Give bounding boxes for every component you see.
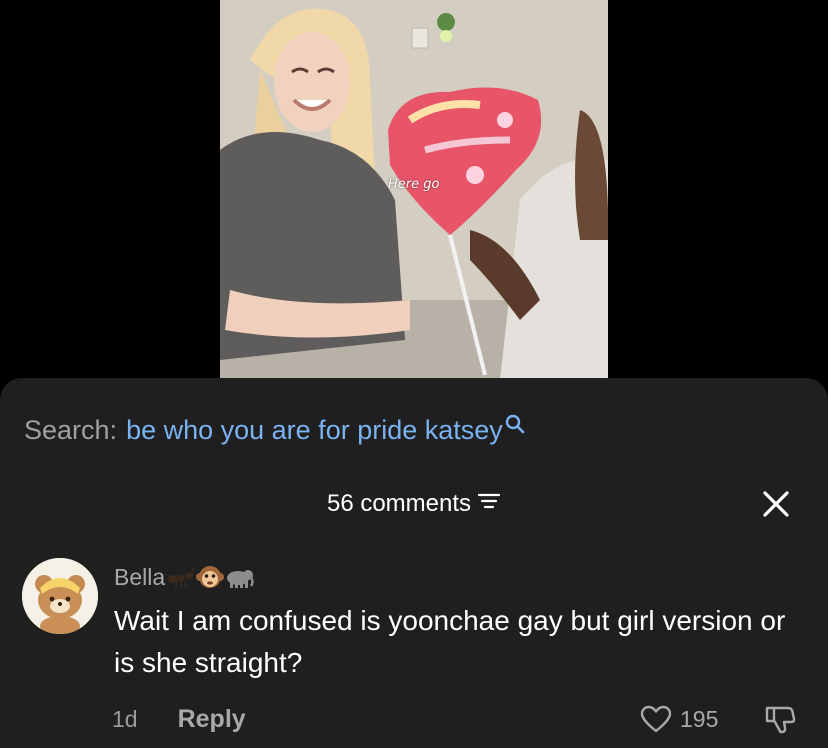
comment-time: 1d (112, 705, 138, 732)
sort-icon[interactable] (477, 490, 501, 518)
author-emojis (166, 564, 254, 590)
close-icon (763, 491, 789, 517)
comments-sheet: Search: be who you are for pride katsey … (0, 378, 828, 748)
dislike-button[interactable] (763, 702, 797, 736)
like-button[interactable]: 195 (640, 702, 718, 736)
close-button[interactable] (760, 488, 792, 520)
video-frame[interactable]: Here go (220, 0, 608, 380)
search-prefix: Search: (24, 414, 118, 445)
search-suggestion[interactable]: Search: be who you are for pride katsey (24, 412, 525, 448)
comment-meta: 1d Reply (112, 702, 246, 736)
comment-author[interactable]: Bella (114, 562, 254, 592)
heart-icon (640, 705, 672, 733)
elephant-emoji-icon (227, 570, 254, 588)
comment-text: Wait I am confused is yoonchae gay but g… (114, 605, 786, 678)
reply-button[interactable]: Reply (178, 705, 246, 734)
search-query-link[interactable]: be who you are for pride katsey (126, 415, 503, 446)
search-icon (505, 410, 525, 441)
video-caption: Here go (388, 177, 440, 192)
author-name: Bella (114, 563, 166, 590)
comments-count: 56 comments (326, 490, 472, 517)
monkey-face-emoji-icon (196, 566, 225, 588)
comments-header: 56 comments (0, 486, 828, 522)
ant-emoji-icon (168, 566, 196, 589)
bear-avatar-icon (22, 558, 98, 634)
like-count: 195 (680, 705, 719, 732)
video-player[interactable]: Here go (0, 0, 828, 380)
thumbs-down-icon (765, 706, 796, 734)
avatar[interactable] (22, 558, 98, 634)
